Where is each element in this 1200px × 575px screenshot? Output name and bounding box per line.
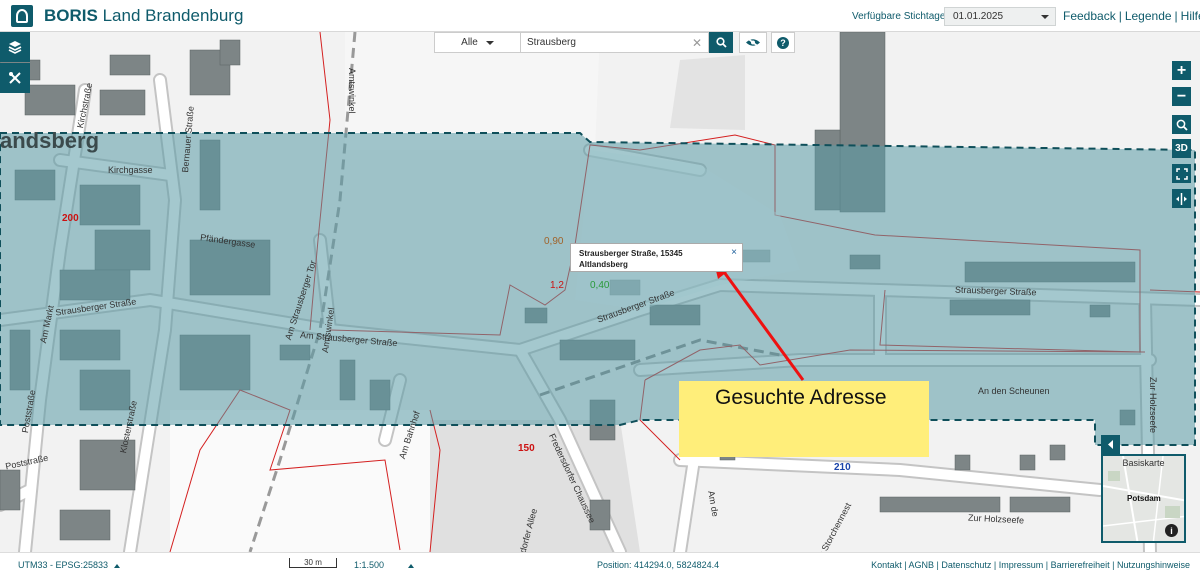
tools-button[interactable] (0, 63, 30, 93)
zoom-extent-button[interactable] (1172, 115, 1191, 134)
feedback-link[interactable]: Feedback (1063, 9, 1116, 23)
chevron-left-icon (1107, 440, 1113, 449)
search-filter-select[interactable]: Alle (434, 32, 521, 53)
zoom-in-button[interactable]: + (1172, 61, 1191, 80)
scale-value: 1:1.500 (354, 560, 385, 570)
map-canvas[interactable]: andsberg Kirchgasse Kirchstraße Bernauer… (0, 32, 1200, 552)
app-title: BORIS Land Brandenburg (44, 6, 243, 26)
address-popup: Strausberger Straße, 15345 Altlandsberg … (570, 243, 743, 272)
chevron-up-icon (114, 563, 121, 568)
street-label-kirchgasse: Kirchgasse (108, 165, 153, 175)
search-button[interactable] (709, 32, 733, 53)
zoom-out-button[interactable]: − (1172, 87, 1191, 106)
street-label-an-den-scheunen: An den Scheunen (978, 386, 1050, 396)
legende-link[interactable]: Legende (1125, 9, 1172, 23)
chevron-down-icon (485, 40, 494, 45)
close-icon[interactable]: × (731, 247, 737, 258)
chevron-down-icon (1041, 15, 1049, 19)
value-label-210: 210 (834, 462, 851, 473)
hide-overlay-button[interactable] (739, 32, 767, 53)
stichtag-select[interactable]: 01.01.2025 (944, 7, 1056, 26)
minimap-city-label: Potsdam (1127, 494, 1161, 503)
clear-icon[interactable]: ✕ (692, 36, 702, 50)
chevron-up-icon (408, 563, 415, 568)
help-button[interactable]: ? (771, 32, 795, 53)
stichtag-label: Verfügbare Stichtage: (852, 11, 949, 22)
search-filter-value: Alle (461, 37, 478, 48)
zoom-magnifier-icon (1176, 119, 1188, 131)
value-label-1-2: 1,2 (550, 280, 564, 291)
layers-button[interactable] (0, 32, 30, 62)
place-label: andsberg (0, 128, 100, 153)
scale-bar: 30 m (289, 558, 337, 568)
stichtag-value: 01.01.2025 (953, 11, 1004, 22)
annotation-box: Gesuchte Adresse (679, 381, 929, 457)
search-input-value: Strausberg (527, 37, 576, 48)
compare-button[interactable] (1172, 189, 1191, 208)
3d-button[interactable]: 3D (1172, 139, 1191, 158)
value-label-150: 150 (518, 443, 535, 454)
fullscreen-button[interactable] (1172, 164, 1191, 183)
search-bar: Alle Strausberg ✕ ? (434, 32, 795, 53)
crs-selector[interactable]: UTM33 - EPSG:25833 (18, 560, 121, 570)
status-bar: UTM33 - EPSG:25833 30 m 1:1.500 Position… (0, 552, 1200, 575)
eye-slash-icon (746, 37, 760, 48)
annotation-text: Gesuchte Adresse (715, 386, 887, 409)
info-icon[interactable]: i (1165, 524, 1178, 537)
value-label-200: 200 (62, 213, 79, 224)
street-label-zur-holzseefe2: Zur Holzseefe (1148, 377, 1158, 434)
value-label-0-90: 0,90 (544, 236, 564, 247)
value-label-0-40: 0,40 (590, 280, 610, 291)
minimap[interactable]: Basiskarte Potsdam i (1101, 454, 1186, 543)
footer-links[interactable]: Kontakt | AGNB | Datenschutz | Impressum… (871, 560, 1190, 570)
search-icon (715, 37, 727, 48)
question-icon: ? (777, 36, 789, 49)
popup-line2: Altlandsberg (579, 260, 628, 269)
street-label-amtswinkel1: Amtswinkel (347, 68, 357, 114)
fullscreen-icon (1175, 167, 1188, 180)
crs-value: UTM33 - EPSG:25833 (18, 560, 109, 570)
position-readout: Position: 414294.0, 5824824.4 (597, 560, 720, 570)
scale-selector[interactable]: 1:1.500 (354, 560, 415, 570)
tools-icon (9, 72, 21, 84)
hilfe-link[interactable]: Hilfe (1181, 9, 1200, 23)
minimap-toggle-button[interactable] (1101, 435, 1120, 454)
search-input[interactable]: Strausberg ✕ (521, 32, 709, 53)
boris-logo[interactable] (11, 5, 33, 27)
layers-icon (8, 41, 22, 54)
header-links: Feedback|Legende|Hilfe (1063, 9, 1200, 23)
popup-line1: Strausberger Straße, 15345 (579, 249, 683, 258)
app-title-rest: Land Brandenburg (102, 6, 244, 25)
app-header: BORIS Land Brandenburg Verfügbare Sticht… (0, 0, 1200, 32)
minimap-title: Basiskarte (1122, 458, 1165, 468)
split-view-icon (1176, 192, 1187, 205)
app-title-bold: BORIS (44, 6, 98, 25)
